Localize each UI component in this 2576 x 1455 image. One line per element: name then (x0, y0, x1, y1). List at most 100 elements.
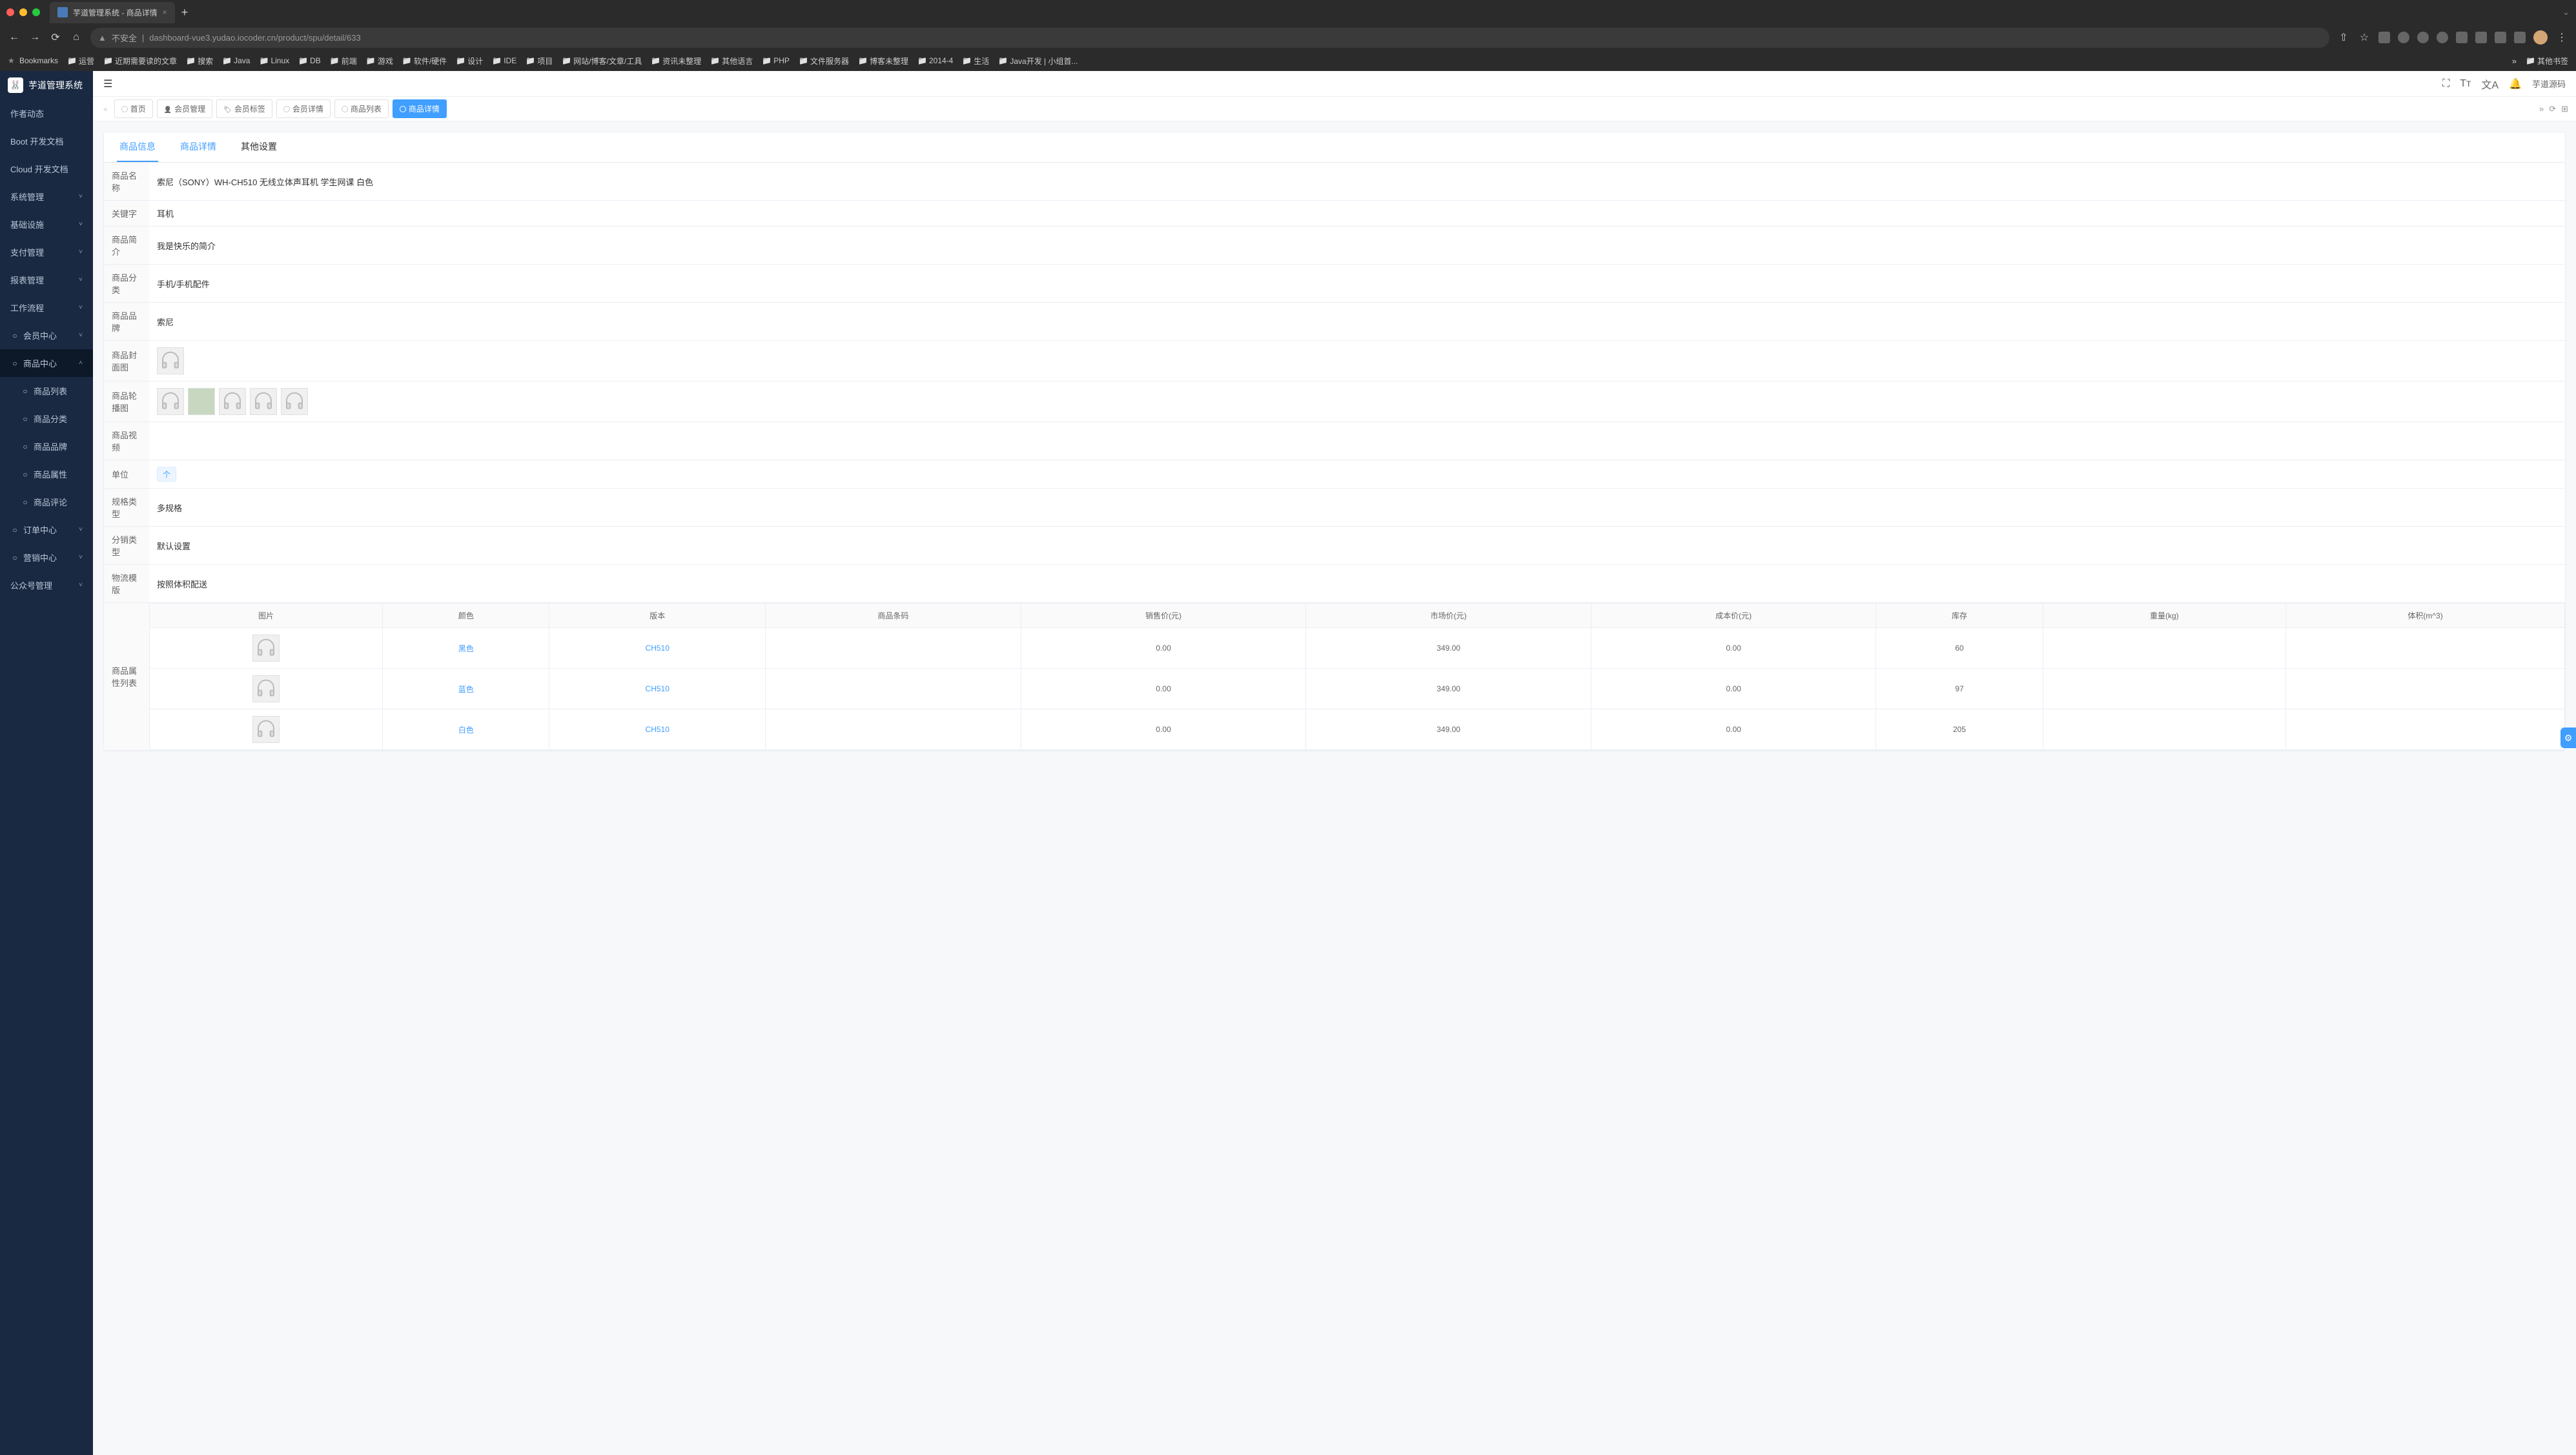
nav-back-button[interactable]: ← (8, 32, 21, 43)
color-link[interactable]: 蓝色 (458, 685, 474, 694)
ext-icon-4[interactable] (2437, 32, 2448, 43)
sidebar-item-Boot 开发文档[interactable]: Boot 开发文档 (0, 127, 93, 155)
bookmark-item[interactable]: 其他书签 (2526, 56, 2568, 66)
bookmark-item[interactable]: 游戏 (366, 56, 393, 66)
bookmark-item[interactable]: 其他语言 (710, 56, 753, 66)
app-logo[interactable]: 芋道管理系统 (0, 71, 93, 99)
tabs-prev-icon[interactable]: « (101, 105, 110, 114)
bookmark-item[interactable]: 前端 (330, 56, 357, 66)
bookmark-item[interactable]: 近期需要读的文章 (103, 56, 177, 66)
font-size-icon[interactable]: Tт (2460, 78, 2471, 90)
menu-dots-icon[interactable]: ⋮ (2555, 31, 2568, 44)
version-link[interactable]: CH510 (646, 644, 670, 653)
window-maximize[interactable] (32, 8, 40, 16)
sidebar-item-报表管理[interactable]: 报表管理˅ (0, 266, 93, 294)
bookmark-item[interactable]: 搜索 (186, 56, 213, 66)
carousel-thumbnail[interactable] (188, 388, 215, 415)
source-link[interactable]: 芋道源码 (2532, 77, 2566, 90)
content-tab-其他设置[interactable]: 其他设置 (238, 132, 280, 162)
translate-icon[interactable]: 文A (2481, 76, 2499, 92)
carousel-thumbnail[interactable] (157, 388, 184, 415)
ext-icon-5[interactable] (2456, 32, 2468, 43)
sku-thumbnail[interactable] (252, 635, 280, 662)
content-tab-商品详情[interactable]: 商品详情 (178, 132, 219, 162)
nav-home-button[interactable]: ⌂ (70, 32, 83, 43)
sidebar-item-公众号管理[interactable]: 公众号管理˅ (0, 571, 93, 599)
cover-thumbnail[interactable] (157, 347, 184, 374)
ext-icon-3[interactable] (2417, 32, 2429, 43)
nav-forward-button[interactable]: → (28, 32, 41, 43)
bookmark-item[interactable]: Linux (259, 56, 289, 65)
bookmark-item[interactable]: 文件服务器 (799, 56, 849, 66)
bookmark-item[interactable]: DB (298, 56, 321, 65)
window-minimize[interactable] (19, 8, 27, 16)
bookmark-item[interactable]: 2014-4 (917, 56, 953, 65)
fullscreen-icon[interactable]: ⛶ (2442, 78, 2449, 90)
profile-avatar-icon[interactable] (2533, 30, 2548, 45)
tag-tab-会员详情[interactable]: 会员详情 (276, 99, 331, 118)
notification-bell-icon[interactable]: 🔔 (2509, 77, 2522, 90)
settings-fab[interactable]: ⚙ (2561, 728, 2576, 748)
sidebar-item-工作流程[interactable]: 工作流程˅ (0, 294, 93, 321)
bookmark-item[interactable]: 博客未整理 (858, 56, 908, 66)
side-panel-icon[interactable] (2514, 32, 2526, 43)
nav-reload-button[interactable]: ⟳ (49, 31, 62, 44)
sidebar-item-商品分类[interactable]: ○商品分类 (0, 405, 93, 432)
bookmark-item[interactable]: 生活 (962, 56, 989, 66)
sidebar-item-会员中心[interactable]: ○会员中心˅ (0, 321, 93, 349)
browser-tab[interactable]: 芋道管理系统 - 商品详情 × (50, 2, 175, 23)
color-link[interactable]: 黑色 (458, 644, 474, 653)
tag-tab-商品详情[interactable]: 商品详情 (393, 99, 447, 118)
sidebar-item-订单中心[interactable]: ○订单中心˅ (0, 516, 93, 544)
ext-icon-2[interactable] (2398, 32, 2409, 43)
sidebar-toggle-button[interactable]: ☰ (103, 77, 112, 90)
carousel-thumbnail[interactable] (250, 388, 277, 415)
sidebar-item-商品列表[interactable]: ○商品列表 (0, 377, 93, 405)
sidebar-item-Cloud 开发文档[interactable]: Cloud 开发文档 (0, 155, 93, 183)
extensions-puzzle-icon[interactable] (2495, 32, 2506, 43)
bookmark-item[interactable]: IDE (492, 56, 516, 65)
sidebar-item-商品品牌[interactable]: ○商品品牌 (0, 432, 93, 460)
sidebar-item-支付管理[interactable]: 支付管理˅ (0, 238, 93, 266)
bookmark-item[interactable]: Bookmarks (8, 56, 58, 65)
bookmark-item[interactable]: 软件/硬件 (402, 56, 447, 66)
new-tab-button[interactable]: + (181, 6, 189, 19)
tabs-next-icon[interactable]: » (2539, 104, 2544, 114)
bookmark-item[interactable]: 设计 (456, 56, 483, 66)
carousel-thumbnail[interactable] (219, 388, 246, 415)
bookmark-item[interactable]: 资讯未整理 (651, 56, 701, 66)
bookmark-item[interactable]: Java开发 | 小组首... (998, 56, 1078, 66)
ext-icon-1[interactable] (2378, 32, 2390, 43)
bookmark-item[interactable]: 运营 (67, 56, 94, 66)
tag-tab-首页[interactable]: 首页 (114, 99, 153, 118)
sidebar-item-系统管理[interactable]: 系统管理˅ (0, 183, 93, 210)
version-link[interactable]: CH510 (646, 684, 670, 693)
window-close[interactable] (6, 8, 14, 16)
sidebar-item-商品中心[interactable]: ○商品中心˄ (0, 349, 93, 377)
content-tab-商品信息[interactable]: 商品信息 (117, 132, 158, 162)
carousel-thumbnail[interactable] (281, 388, 308, 415)
sidebar-item-营销中心[interactable]: ○营销中心˅ (0, 544, 93, 571)
sidebar-item-作者动态[interactable]: 作者动态 (0, 99, 93, 127)
bookmark-item[interactable]: Java (222, 56, 250, 65)
tag-tab-商品列表[interactable]: 商品列表 (334, 99, 389, 118)
address-bar[interactable]: ▲ 不安全 | dashboard-vue3.yudao.iocoder.cn/… (90, 28, 2329, 48)
bookmark-item[interactable]: 网站/博客/文章/工具 (562, 56, 642, 66)
bookmark-item[interactable]: PHP (762, 56, 790, 65)
color-link[interactable]: 白色 (458, 726, 474, 735)
sku-thumbnail[interactable] (252, 716, 280, 743)
ext-icon-6[interactable] (2475, 32, 2487, 43)
version-link[interactable]: CH510 (646, 725, 670, 734)
tag-tab-会员管理[interactable]: 会员管理 (157, 99, 212, 118)
tabs-menu-icon[interactable]: ⊞ (2561, 104, 2568, 114)
sidebar-item-基础设施[interactable]: 基础设施˅ (0, 210, 93, 238)
bookmarks-overflow-icon[interactable]: » (2512, 56, 2517, 66)
bookmark-item[interactable]: 项目 (526, 56, 553, 66)
share-icon[interactable]: ⇧ (2337, 31, 2350, 44)
tab-list-chevron-icon[interactable]: ⌄ (2562, 7, 2570, 17)
sidebar-item-商品评论[interactable]: ○商品评论 (0, 488, 93, 516)
sku-thumbnail[interactable] (252, 675, 280, 702)
tag-tab-会员标签[interactable]: 会员标签 (216, 99, 272, 118)
tab-close-icon[interactable]: × (163, 8, 167, 17)
tabs-refresh-icon[interactable]: ⟳ (2549, 104, 2556, 114)
